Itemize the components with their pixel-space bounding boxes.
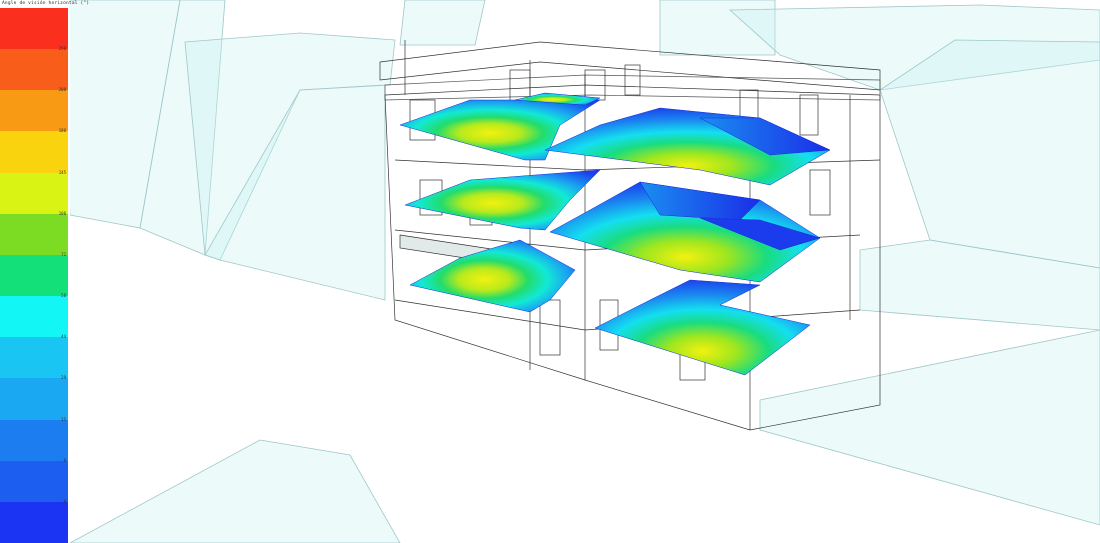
3d-model-viewport[interactable] <box>0 0 1100 543</box>
legend-swatch <box>0 378 68 421</box>
legend-tick-label: 72 <box>61 251 66 257</box>
legend-swatch <box>0 90 68 132</box>
floor-slab-1-right <box>594 279 811 376</box>
legend-swatch <box>0 501 68 543</box>
context-buildings <box>59 0 1100 543</box>
legend-swatch <box>0 172 68 215</box>
legend-swatch <box>0 419 68 462</box>
daylight-analysis-surfaces <box>399 92 831 376</box>
legend-tick-label: 58 <box>61 293 66 299</box>
color-scale-legend: Angle de visión horizontal (°) 250 208 180… <box>0 0 89 543</box>
legend-tick-label: 44 <box>61 334 66 340</box>
legend-tick-label: 250 <box>58 46 66 52</box>
legend-title: Angle de visión horizontal (°) <box>2 1 90 6</box>
legend-tick-label: 108 <box>58 210 66 216</box>
legend-swatch <box>0 131 68 174</box>
legend-swatch <box>0 460 68 503</box>
legend-swatch <box>0 254 68 297</box>
legend-tick-label: 180 <box>58 128 66 134</box>
legend-tick-label: 29 <box>61 375 66 381</box>
legend-tick-label: 145 <box>58 169 66 175</box>
legend-tick-label: 0 <box>63 498 66 504</box>
legend-tick-label: 15 <box>61 416 66 422</box>
legend-swatch <box>0 296 68 338</box>
legend-swatch <box>0 8 68 50</box>
legend-swatch <box>0 337 68 379</box>
legend-swatch <box>0 213 68 256</box>
legend-tick-label: 208 <box>58 87 66 93</box>
legend-swatch <box>0 49 68 91</box>
legend-color-bar: 250 208 180 145 108 72 58 44 29 15 8 0 <box>0 8 68 543</box>
legend-tick-label: 8 <box>63 457 66 463</box>
